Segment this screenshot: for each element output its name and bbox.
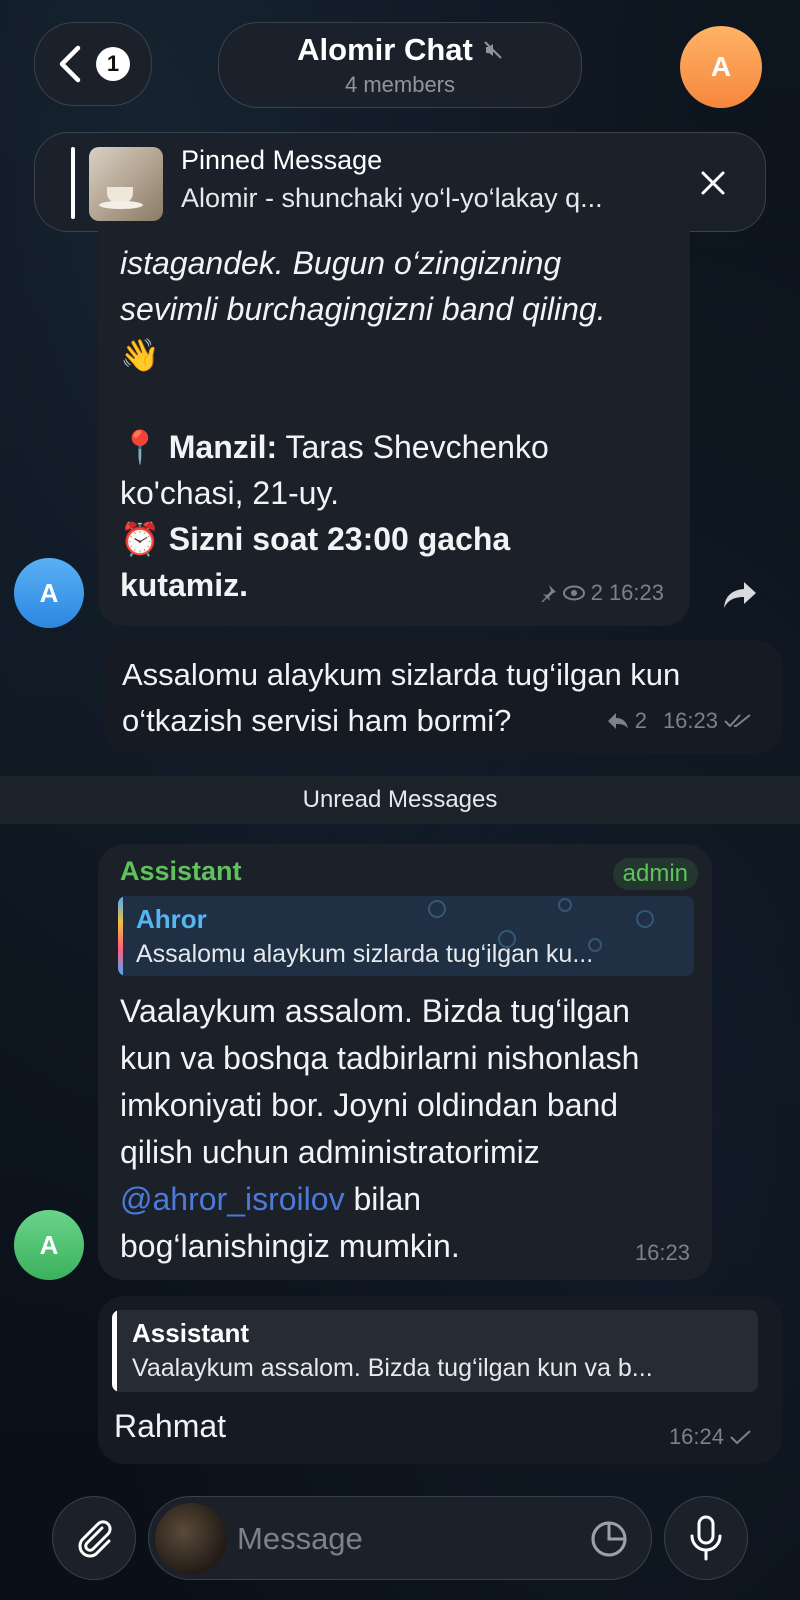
close-icon[interactable] bbox=[699, 169, 727, 197]
reply-sender: Ahror bbox=[136, 904, 207, 934]
message-time: 16:23 bbox=[662, 708, 718, 733]
muted-speaker-icon bbox=[484, 41, 502, 59]
message-text: Rahmat bbox=[114, 1408, 227, 1444]
chat-title-row: Alomir Chat bbox=[297, 32, 503, 68]
message-bubble[interactable]: istagandek. Bugun o‘zingizning sevimli b… bbox=[98, 230, 690, 626]
message-input[interactable] bbox=[237, 1513, 567, 1565]
check-icon bbox=[730, 1430, 751, 1445]
message-text: Assalomu alaykum sizlarda tug‘ilgan kun … bbox=[122, 657, 681, 738]
voice-record-button[interactable] bbox=[664, 1496, 748, 1580]
message-meta: 2 16:23 bbox=[607, 708, 752, 734]
message-bubble-outgoing[interactable]: Assalomu alaykum sizlarda tug‘ilgan kun … bbox=[104, 640, 782, 754]
eye-icon bbox=[562, 585, 585, 601]
message-time: 16:23 bbox=[608, 580, 664, 605]
message-meta: 16:24 bbox=[669, 1424, 752, 1450]
pinned-preview: Alomir - shunchaki yo‘l-yo‘lakay q... bbox=[181, 183, 603, 213]
unread-messages-divider: Unread Messages bbox=[0, 776, 800, 824]
chat-title: Alomir Chat bbox=[297, 32, 473, 67]
reply-stripe bbox=[112, 1310, 117, 1392]
message-composer[interactable] bbox=[148, 1496, 652, 1580]
chat-avatar[interactable]: A bbox=[680, 26, 762, 108]
message-text: istagandek. Bugun o‘zingizning sevimli b… bbox=[120, 245, 606, 603]
forward-icon[interactable] bbox=[722, 580, 758, 610]
view-count: 2 bbox=[590, 580, 603, 605]
pinned-thumbnail bbox=[89, 147, 163, 221]
message-bubble-outgoing[interactable]: Assistant Vaalaykum assalom. Bizda tug‘i… bbox=[98, 1296, 782, 1464]
pinned-message-bar[interactable]: Pinned Message Alomir - shunchaki yo‘l-y… bbox=[34, 132, 766, 232]
alarm-emoji: ⏰ bbox=[120, 521, 160, 557]
pin-emoji: 📍 bbox=[120, 429, 160, 465]
reply-text: Vaalaykum assalom. Bizda tug‘ilgan kun v… bbox=[132, 1354, 653, 1382]
double-check-icon bbox=[724, 714, 751, 728]
message-meta: 2 16:23 bbox=[539, 580, 664, 606]
reply-stripe bbox=[118, 896, 123, 976]
chat-header[interactable]: Alomir Chat 4 members bbox=[218, 22, 582, 108]
reply-sender: Assistant bbox=[132, 1318, 250, 1348]
reply-preview[interactable]: Assistant Vaalaykum assalom. Bizda tug‘i… bbox=[112, 1310, 758, 1392]
paperclip-icon bbox=[78, 1520, 112, 1558]
wave-emoji: 👋 bbox=[120, 337, 160, 373]
username-mention-link[interactable]: @ahror_isroilov bbox=[120, 1181, 345, 1217]
message-text: Vaalaykum assalom. Bizda tug‘ilgan kun v… bbox=[120, 993, 640, 1264]
message-meta: 16:23 bbox=[635, 1240, 690, 1266]
message-time: 16:23 bbox=[634, 1240, 690, 1265]
message-bubble[interactable]: Assistant admin Ahror Assalomu alaykum s… bbox=[98, 844, 712, 1280]
attach-button[interactable] bbox=[52, 1496, 136, 1580]
admin-badge: admin bbox=[612, 858, 698, 890]
reply-count: 2 bbox=[634, 708, 647, 733]
reply-text: Assalomu alaykum sizlarda tug‘ilgan ku..… bbox=[136, 940, 594, 968]
reply-arrow-icon bbox=[607, 713, 628, 729]
composer-thumbnail[interactable] bbox=[155, 1503, 227, 1575]
chevron-left-icon bbox=[59, 45, 81, 83]
pinned-title: Pinned Message bbox=[181, 145, 383, 175]
back-button[interactable]: 1 bbox=[34, 22, 152, 106]
message-time: 16:24 bbox=[668, 1424, 724, 1449]
sender-avatar[interactable]: A bbox=[14, 1210, 84, 1280]
unread-count-badge: 1 bbox=[96, 47, 130, 81]
reply-preview[interactable]: Ahror Assalomu alaykum sizlarda tug‘ilga… bbox=[118, 896, 694, 976]
pinned-indicator bbox=[71, 147, 75, 219]
member-count: 4 members bbox=[344, 72, 456, 97]
sender-name[interactable]: Assistant bbox=[120, 856, 242, 887]
sticker-icon[interactable] bbox=[589, 1519, 629, 1559]
microphone-icon bbox=[690, 1515, 722, 1561]
sender-avatar[interactable]: A bbox=[14, 558, 84, 628]
pin-icon bbox=[540, 585, 556, 602]
